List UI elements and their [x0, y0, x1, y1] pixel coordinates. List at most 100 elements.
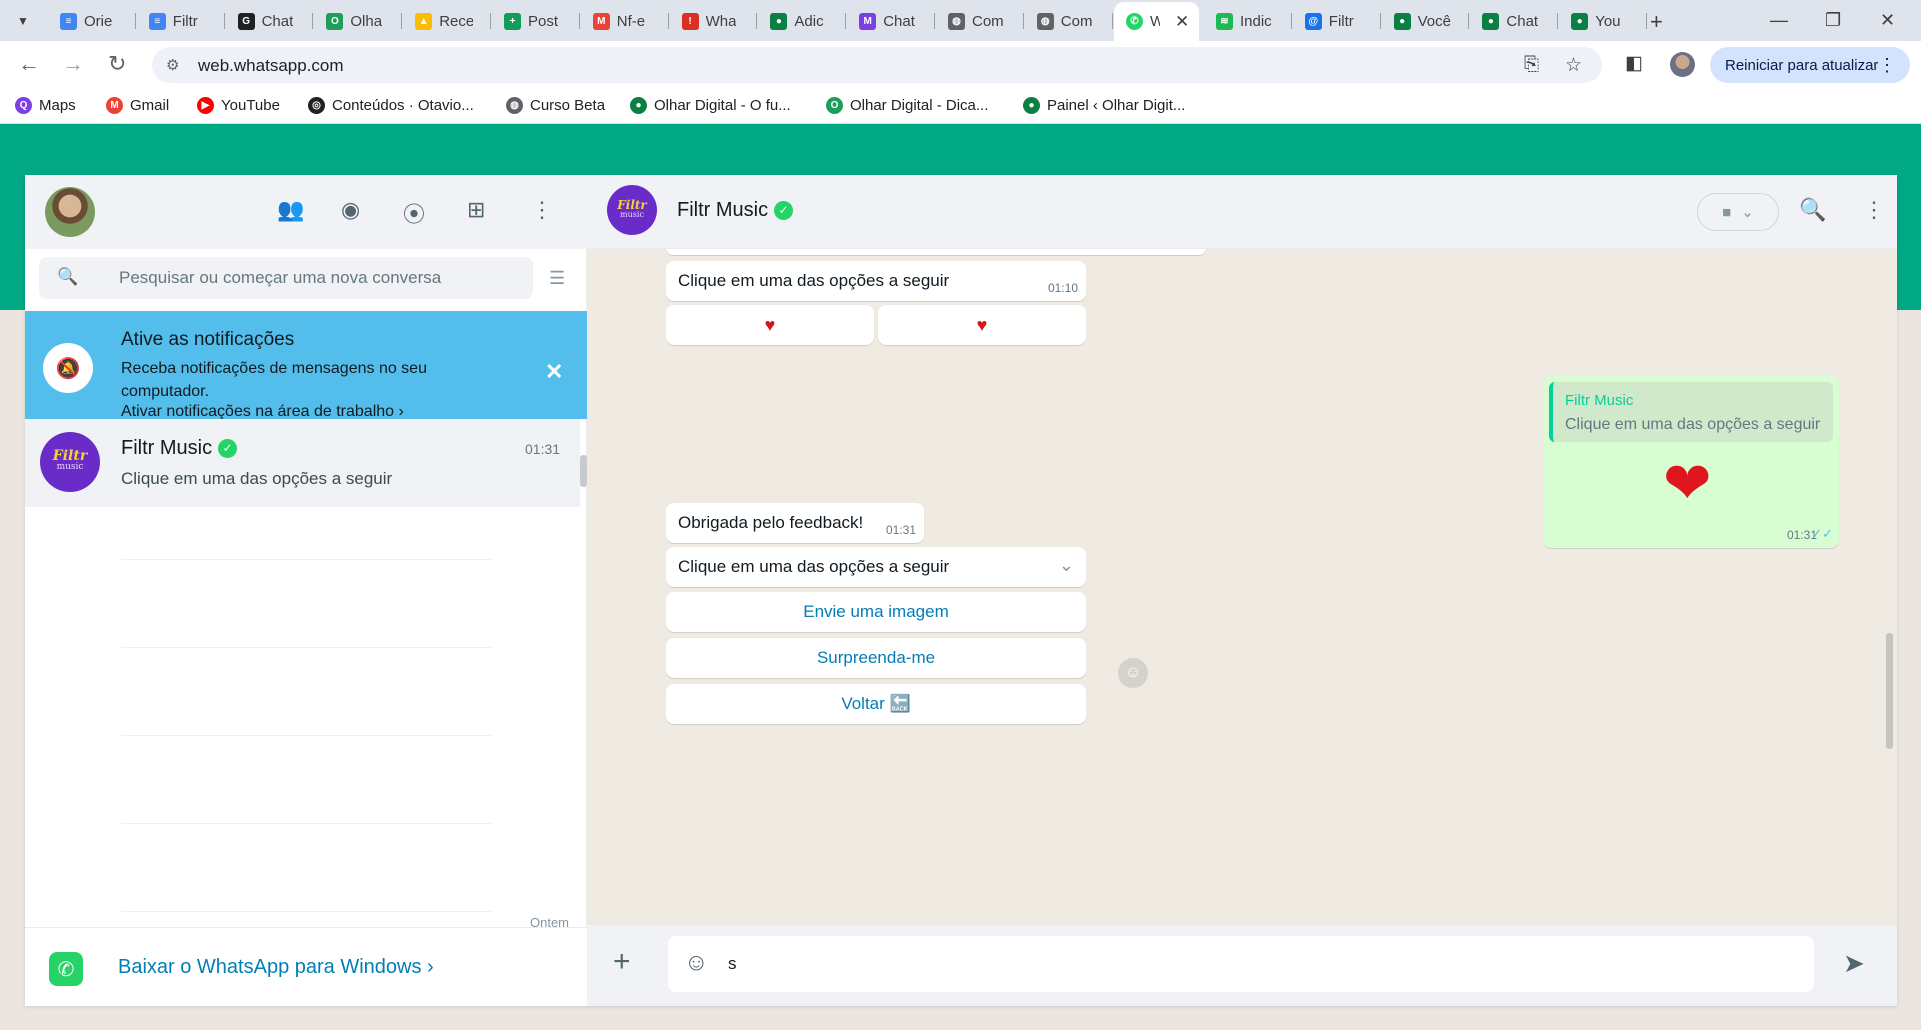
message-bubble[interactable]: Clique em uma das opções a seguir ⌄: [666, 547, 1086, 587]
bookmark-item[interactable]: ◍ Curso Beta: [506, 97, 605, 114]
tab-separator: [312, 13, 314, 29]
browser-tab[interactable]: ≋ Indic: [1216, 8, 1272, 34]
divider: [121, 559, 491, 560]
outgoing-message-bubble[interactable]: Filtr Music Clique em uma das opções a s…: [1543, 376, 1839, 548]
react-emoji-icon[interactable]: ☺: [1118, 658, 1148, 688]
browser-tab[interactable]: M Chat: [859, 8, 915, 34]
channels-icon[interactable]: ⦿: [403, 197, 425, 229]
redacted-chat-list: [25, 507, 580, 927]
drive-icon: ▲: [415, 12, 433, 30]
reply-button-back[interactable]: Voltar 🔙: [666, 684, 1086, 724]
close-window-icon[interactable]: ✕: [1880, 10, 1895, 31]
install-app-icon[interactable]: ⎘: [1524, 54, 1539, 76]
forward-arrow-icon[interactable]: →: [62, 51, 84, 77]
video-camera-icon: ■: [1722, 203, 1732, 221]
heart-reply-button[interactable]: ♥: [878, 305, 1086, 345]
bookmark-item[interactable]: M Gmail: [106, 97, 169, 114]
bookmark-star-icon[interactable]: ☆: [1565, 54, 1582, 77]
menu-kebab-icon[interactable]: ⋮: [531, 197, 553, 223]
browser-tab[interactable]: ≡ Filtr: [148, 8, 198, 34]
tab-label: Filtr: [1328, 12, 1354, 30]
tab-search-chevron-icon[interactable]: ▼: [10, 8, 36, 34]
reply-button-send-image[interactable]: Envie uma imagem: [666, 592, 1086, 632]
reload-icon[interactable]: ↻: [108, 51, 126, 77]
menu-kebab-icon[interactable]: ⋮: [1863, 197, 1885, 223]
scrollbar[interactable]: [1886, 633, 1893, 749]
browser-tab[interactable]: ◍ Com: [948, 8, 1004, 34]
close-icon[interactable]: ✕: [545, 359, 563, 385]
reply-button-label: Envie uma imagem: [803, 602, 949, 621]
heart-reply-button[interactable]: ♥: [666, 305, 874, 345]
new-chat-icon[interactable]: ⊞: [467, 197, 485, 223]
quoted-message[interactable]: Filtr Music Clique em uma das opções a s…: [1549, 382, 1833, 442]
download-app-banner[interactable]: ✆ Baixar o WhatsApp para Windows ›: [25, 927, 587, 1006]
message-time: 01:10: [1047, 281, 1078, 295]
message-bubble[interactable]: Clique em uma das opções a seguir 01:10: [666, 261, 1086, 301]
search-input[interactable]: [119, 257, 519, 299]
bookmark-item[interactable]: ● Olhar Digital - O fu...: [630, 97, 791, 114]
bookmark-item[interactable]: ▶ YouTube: [197, 97, 280, 114]
site-info-tune-icon[interactable]: ⚙: [166, 56, 179, 74]
minimize-icon[interactable]: —: [1770, 10, 1788, 31]
send-icon[interactable]: ➤: [1843, 949, 1865, 977]
reply-button-surprise[interactable]: Surpreenda-me: [666, 638, 1086, 678]
contact-name[interactable]: Filtr Music ✓: [677, 199, 794, 222]
bookmark-item[interactable]: ● Painel ‹ Olhar Digit...: [1023, 97, 1185, 114]
address-bar[interactable]: ⚙ web.whatsapp.com ⎘ ☆: [152, 47, 1602, 83]
back-arrow-icon[interactable]: ←: [18, 51, 40, 77]
bookmark-favicon-icon: ▶: [197, 97, 214, 114]
avatar-logo-subtext: music: [56, 462, 84, 472]
bookmark-item[interactable]: O Olhar Digital - Dica...: [826, 97, 988, 114]
browser-tab[interactable]: ● You: [1571, 8, 1621, 34]
scrollbar[interactable]: [580, 455, 587, 487]
browser-tab[interactable]: @ Filtr: [1304, 8, 1354, 34]
browser-tab[interactable]: O Olha: [326, 8, 382, 34]
browser-tab[interactable]: ◍ Com: [1036, 8, 1092, 34]
browser-tab[interactable]: ● Você: [1393, 8, 1451, 34]
message-time: 01:31: [885, 523, 916, 537]
browser-tab[interactable]: M Nf-e: [592, 8, 645, 34]
tab-label: Rece: [439, 12, 474, 30]
contact-avatar[interactable]: Filtr music: [607, 185, 657, 235]
browser-tab[interactable]: + Post: [504, 8, 558, 34]
chat-list-item[interactable]: Filtr music Filtr Music ✓ 01:31 Clique em…: [25, 419, 580, 507]
notification-title: Ative as notificações: [121, 329, 295, 350]
video-call-button[interactable]: ■ ⌄: [1697, 193, 1779, 231]
download-link[interactable]: Baixar o WhatsApp para Windows ›: [118, 956, 434, 979]
chevron-down-icon[interactable]: ⌄: [1059, 555, 1074, 576]
olhar-icon: O: [326, 12, 344, 30]
profile-avatar[interactable]: [1670, 52, 1695, 77]
browser-tab[interactable]: ≡ Orie: [60, 8, 112, 34]
notification-banner[interactable]: 🔕 Ative as notificações Receba notificaç…: [25, 311, 587, 420]
message-bubble[interactable]: Obrigada pelo feedback! 01:31: [666, 503, 924, 543]
status-icon[interactable]: ◉: [341, 197, 360, 223]
side-panel-icon[interactable]: ◧: [1625, 52, 1643, 75]
bookmark-item[interactable]: Q Maps: [15, 97, 76, 114]
message-input[interactable]: [728, 936, 1798, 992]
restore-icon[interactable]: ❐: [1825, 10, 1841, 31]
browser-menu-icon[interactable]: ⋮: [1878, 55, 1896, 76]
browser-tab[interactable]: G Chat: [237, 8, 293, 34]
communities-icon[interactable]: 👥: [277, 197, 304, 223]
quoted-text: Clique em uma das opções a seguir: [1565, 416, 1821, 433]
attach-plus-icon[interactable]: +: [613, 947, 631, 977]
browser-tab[interactable]: ▲ Rece: [415, 8, 473, 34]
new-tab-plus-icon[interactable]: +: [1650, 9, 1663, 35]
divider: [121, 735, 491, 736]
filter-icon[interactable]: ☰: [549, 268, 565, 289]
bookmark-favicon-icon: ◎: [308, 97, 325, 114]
my-profile-avatar[interactable]: [45, 187, 95, 237]
tab-whatsapp-active[interactable]: ✆ W ✕: [1114, 2, 1200, 41]
bookmark-favicon-icon: ●: [1023, 97, 1040, 114]
url-text[interactable]: web.whatsapp.com: [198, 56, 344, 76]
browser-tab[interactable]: ! Wha: [681, 8, 736, 34]
search-icon[interactable]: 🔍: [1799, 197, 1826, 223]
browser-tab[interactable]: ● Adic: [770, 8, 824, 34]
emoji-icon[interactable]: ☺: [684, 950, 709, 976]
tab-separator: [223, 13, 225, 29]
close-tab-icon[interactable]: ✕: [1175, 12, 1189, 32]
bookmark-label: Olhar Digital - O fu...: [654, 97, 791, 114]
browser-tab[interactable]: ● Chat: [1482, 8, 1538, 34]
update-restart-button[interactable]: Reiniciar para atualizar ⋮: [1710, 47, 1910, 83]
bookmark-item[interactable]: ◎ Conteúdos · Otavio...: [308, 97, 474, 114]
